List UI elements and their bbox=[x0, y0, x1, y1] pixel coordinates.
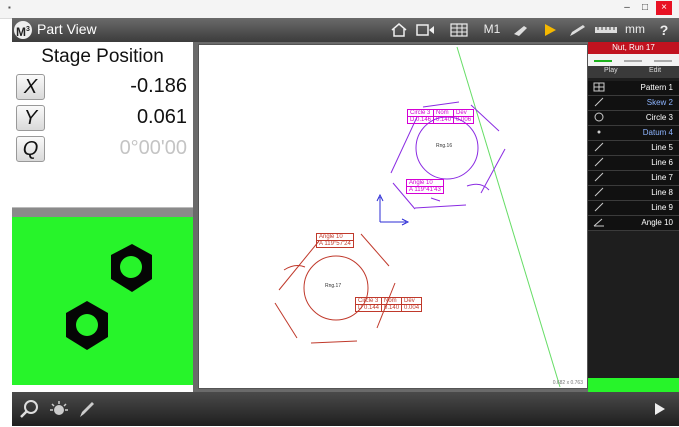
feature-row[interactable]: Pattern 1 bbox=[588, 81, 679, 96]
zoom-readout: 0.682 x 0.763 bbox=[552, 380, 583, 386]
skew-line bbox=[456, 46, 561, 388]
home-icon[interactable] bbox=[390, 22, 408, 38]
hex-nut-2 bbox=[66, 301, 108, 350]
feature-label: Pattern 1 bbox=[640, 83, 673, 92]
ruler-icon[interactable] bbox=[594, 22, 618, 38]
top-part-measure-table: Circle 3 Nom Dev D 0.146 0.140 0.006 bbox=[406, 109, 475, 124]
feature-row[interactable]: Angle 10 bbox=[588, 216, 679, 231]
app-icon: ▪ bbox=[8, 3, 11, 12]
bottom-part-measure-table: Circle 3 Nom Dev D 0.144 0.140 0.004 bbox=[354, 297, 423, 312]
feature-label: Line 6 bbox=[651, 158, 673, 167]
line-icon bbox=[593, 157, 605, 170]
m1-button[interactable]: M1 bbox=[482, 22, 502, 38]
run-title: Nut, Run 17 bbox=[588, 42, 679, 54]
feature-label: Line 9 bbox=[651, 203, 673, 212]
pencil-icon[interactable] bbox=[76, 398, 98, 420]
feature-label: Line 5 bbox=[651, 143, 673, 152]
line-icon bbox=[593, 202, 605, 215]
angle-icon bbox=[593, 217, 605, 230]
point-icon bbox=[593, 127, 605, 140]
bottom-table-value-dev: 0.004 bbox=[401, 304, 423, 312]
top-angle-value: A 119°41'43 bbox=[406, 186, 444, 194]
top-table-value-dev: 0.006 bbox=[453, 116, 475, 124]
circle-icon bbox=[593, 112, 605, 125]
view-title: Part View bbox=[37, 21, 97, 37]
edit-tab[interactable]: Edit bbox=[649, 67, 661, 74]
video-icon[interactable] bbox=[416, 22, 436, 38]
datum-axes bbox=[376, 193, 410, 226]
pen-icon[interactable] bbox=[568, 22, 588, 38]
run-icon[interactable] bbox=[541, 22, 559, 38]
bottom-table-value-nom: 0.140 bbox=[381, 304, 403, 312]
top-table-header-feature: Circle 3 bbox=[406, 109, 435, 117]
help-button[interactable]: ? bbox=[656, 22, 672, 38]
cad-canvas[interactable]: Rng.16 Circle 3 Nom Dev D 0.146 0.140 0.… bbox=[198, 44, 588, 389]
bottom-toolbar bbox=[12, 392, 679, 426]
live-video-pane[interactable] bbox=[12, 217, 193, 385]
light-icon[interactable] bbox=[48, 398, 70, 420]
table-icon[interactable] bbox=[449, 22, 469, 38]
bottom-angle-title: Angle 10 bbox=[316, 233, 354, 241]
feature-label: Datum 4 bbox=[642, 128, 673, 137]
stage-position-title: Stage Position bbox=[41, 46, 164, 67]
q-value: 0°00'00 bbox=[119, 137, 187, 159]
bottom-table-header-dev: Dev bbox=[401, 297, 423, 305]
hex-nut-1 bbox=[111, 244, 152, 292]
top-part-center-label: Rng.16 bbox=[436, 143, 453, 149]
bottom-table-header-feature: Circle 3 bbox=[354, 297, 383, 305]
play-next-icon[interactable] bbox=[648, 398, 670, 420]
feature-list-panel: Nut, Run 17 Play Edit Pattern 1 Skew 2 Cir… bbox=[588, 42, 679, 392]
feature-row[interactable]: Line 9 bbox=[588, 201, 679, 216]
line-icon bbox=[593, 97, 605, 110]
maximize-button[interactable]: □ bbox=[637, 1, 653, 15]
probe-icon[interactable] bbox=[511, 22, 531, 38]
bottom-part-angle-table: Angle 10 A 119°57'24 bbox=[316, 233, 354, 248]
feature-label: Angle 10 bbox=[641, 218, 673, 227]
line-icon bbox=[593, 142, 605, 155]
feature-label: Line 8 bbox=[651, 188, 673, 197]
top-angle-title: Angle 10 bbox=[406, 179, 444, 187]
minimize-button[interactable]: – bbox=[619, 1, 635, 15]
main-toolbar: M3 Part View M1 mm ? bbox=[12, 18, 679, 42]
bottom-angle-value: A 119°57'24 bbox=[316, 240, 354, 248]
logo-letter: M bbox=[16, 25, 27, 39]
pattern-icon bbox=[593, 82, 605, 95]
feature-row[interactable]: Line 6 bbox=[588, 156, 679, 171]
top-table-value-nom: 0.140 bbox=[433, 116, 455, 124]
logo-superscript: 3 bbox=[26, 26, 30, 33]
feature-label: Circle 3 bbox=[645, 113, 673, 122]
bottom-table-header-nom: Nom bbox=[381, 297, 403, 305]
stage-position-panel: Stage Position X -0.186 Y 0.061 Q 0°00'0… bbox=[12, 42, 193, 209]
top-table-header-dev: Dev bbox=[453, 109, 475, 117]
feature-label: Skew 2 bbox=[646, 98, 673, 107]
right-panel-footer bbox=[588, 378, 679, 392]
mode-toggle[interactable] bbox=[588, 54, 679, 66]
feature-row[interactable]: Line 7 bbox=[588, 171, 679, 186]
bottom-table-value-d: D 0.144 bbox=[354, 304, 383, 312]
y-axis-button[interactable]: Y bbox=[16, 105, 45, 131]
feature-row[interactable]: Circle 3 bbox=[588, 111, 679, 126]
top-table-value-d: D 0.146 bbox=[406, 116, 435, 124]
play-tab[interactable]: Play bbox=[604, 67, 618, 74]
close-button[interactable]: × bbox=[656, 1, 672, 15]
q-axis-button[interactable]: Q bbox=[16, 136, 45, 162]
magnifier-icon[interactable] bbox=[18, 398, 40, 420]
m3-logo[interactable]: M3 bbox=[14, 21, 32, 39]
x-axis-button[interactable]: X bbox=[16, 74, 45, 100]
top-table-header-nom: Nom bbox=[433, 109, 455, 117]
units-label[interactable]: mm bbox=[624, 22, 646, 38]
line-icon bbox=[593, 187, 605, 200]
window-titlebar: ▪ – □ × bbox=[0, 0, 679, 19]
feature-row[interactable]: Skew 2 bbox=[588, 96, 679, 111]
bottom-part-center-label: Rng.17 bbox=[325, 283, 342, 289]
feature-row[interactable]: Datum 4 bbox=[588, 126, 679, 141]
feature-label: Line 7 bbox=[651, 173, 673, 182]
feature-row[interactable]: Line 5 bbox=[588, 141, 679, 156]
top-part-angle-table: Angle 10 A 119°41'43 bbox=[406, 179, 444, 194]
x-value: -0.186 bbox=[130, 75, 187, 97]
feature-row[interactable]: Line 8 bbox=[588, 186, 679, 201]
y-value: 0.061 bbox=[136, 106, 187, 128]
line-icon bbox=[593, 172, 605, 185]
mode-labels: Play Edit bbox=[588, 66, 679, 78]
